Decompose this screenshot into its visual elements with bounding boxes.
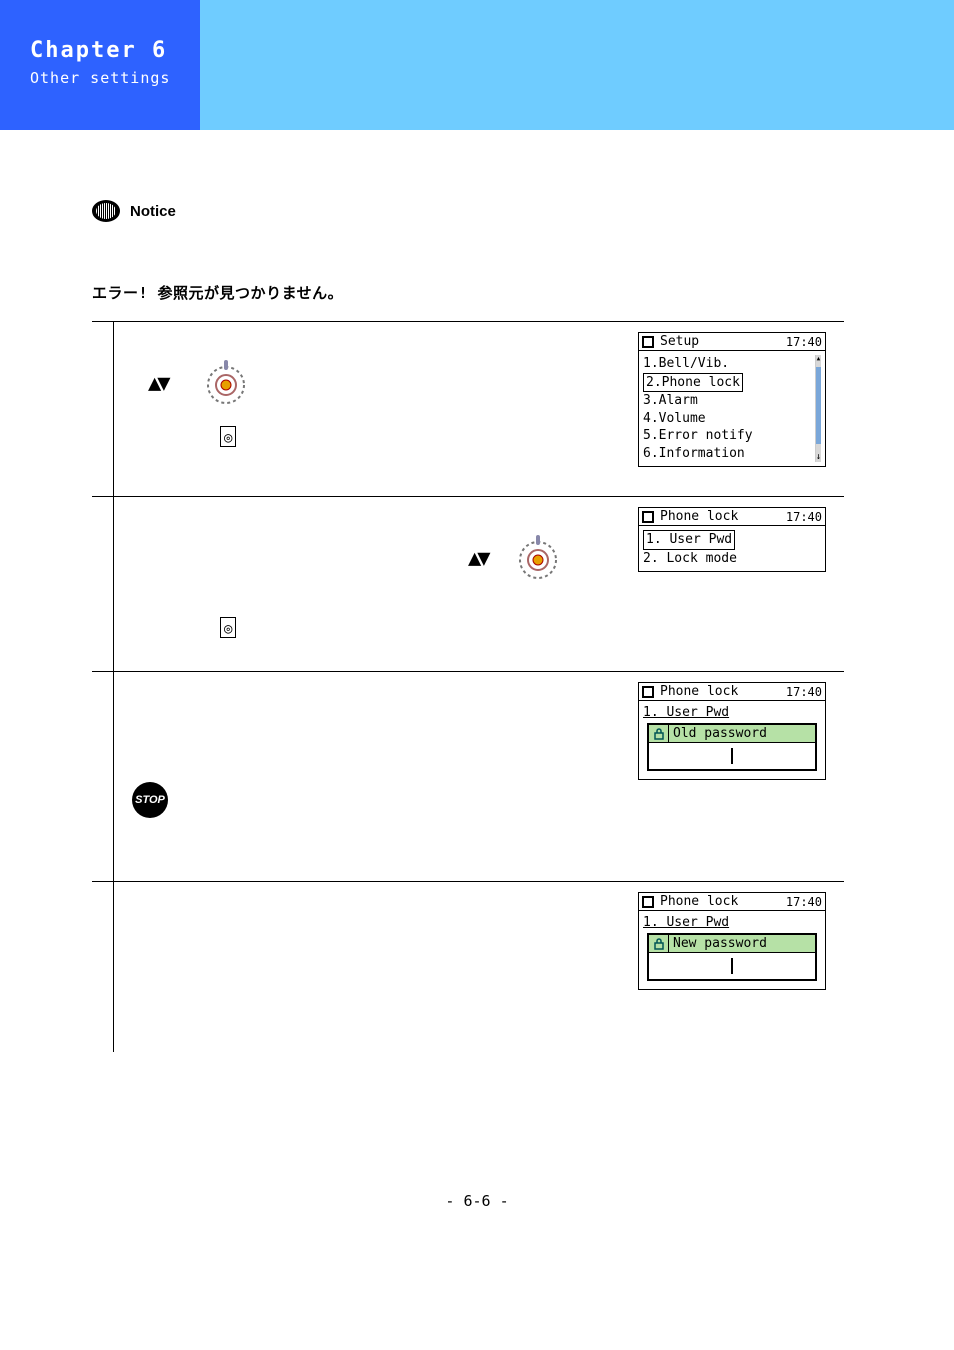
app-icon (642, 336, 654, 348)
step-number-cell (92, 672, 114, 881)
step-row-3: STOP Phone lock 17:40 1. User Pwd (92, 672, 844, 882)
notice-label: Notice (130, 203, 176, 220)
menu-item-selected: 1. User Pwd (643, 530, 735, 550)
step-number-cell (92, 497, 114, 671)
steps-table: ▲▼ ◎ Setup 17:40 (92, 321, 844, 1052)
scrollbar: ▴ ↓ (815, 355, 821, 462)
step-screen: Phone lock 17:40 1. User Pwd New passwor… (634, 882, 844, 1052)
screen-title: Phone lock (658, 509, 782, 524)
screen-phonelock-menu: Phone lock 17:40 1. User Pwd 2. Lock mod… (638, 507, 826, 572)
scroll-down-icon: ↓ (816, 453, 821, 462)
lock-icon (649, 725, 669, 742)
header-right (200, 0, 954, 130)
step-body: ▲▼ ◎ (114, 322, 634, 496)
step-number-cell (92, 882, 114, 1052)
breadcrumb: 1. User Pwd (643, 915, 821, 930)
screen-title: Setup (658, 334, 782, 349)
chapter-subtitle: Other settings (30, 69, 200, 87)
menu-item: 2. Lock mode (643, 550, 821, 568)
joystick-icon (513, 533, 563, 583)
screen-time: 17:40 (786, 685, 822, 699)
screen-phonelock-new: Phone lock 17:40 1. User Pwd New passwor… (638, 892, 826, 990)
page-number: - 6-6 - (70, 1192, 884, 1250)
step-row-2: ▲▼ ◎ Phone lock 17:40 (92, 497, 844, 672)
password-box: New password (647, 933, 817, 981)
screen-title: Phone lock (658, 684, 782, 699)
page-header: Chapter 6 Other settings (0, 0, 954, 130)
password-box: Old password (647, 723, 817, 771)
error-text: エラー! 参照元が見つかりません。 (92, 282, 884, 303)
menu-item-selected: 2.Phone lock (643, 373, 743, 393)
scroll-up-icon: ▴ (816, 355, 821, 364)
lock-icon (649, 935, 669, 952)
joystick-icon (201, 358, 251, 408)
scroll-thumb (816, 367, 821, 444)
step-row-4: Phone lock 17:40 1. User Pwd New passwor… (92, 882, 844, 1052)
screen-time: 17:40 (786, 335, 822, 349)
stop-icon: STOP (132, 782, 168, 818)
password-field[interactable] (649, 743, 815, 769)
updown-icon: ▲▼ (148, 371, 167, 396)
menu-item: 4.Volume (643, 410, 812, 428)
step-screen: Phone lock 17:40 1. User Pwd 2. Lock mod… (634, 497, 844, 671)
confirm-button-icon: ◎ (220, 617, 236, 638)
screen-time: 17:40 (786, 510, 822, 524)
menu-item: 6.Information (643, 445, 812, 463)
step-screen: Phone lock 17:40 1. User Pwd Old passwor… (634, 672, 844, 881)
step-body (114, 882, 634, 1052)
app-icon (642, 896, 654, 908)
chapter-title: Chapter 6 (30, 38, 200, 63)
app-icon (642, 511, 654, 523)
step-body: STOP (114, 672, 634, 881)
menu-item: 3.Alarm (643, 392, 812, 410)
step-body: ▲▼ ◎ (114, 497, 634, 671)
menu-item: 1.Bell/Vib. (643, 355, 812, 373)
confirm-button-icon: ◎ (220, 426, 236, 447)
password-field[interactable] (649, 953, 815, 979)
screen-phonelock-old: Phone lock 17:40 1. User Pwd Old passwor… (638, 682, 826, 780)
screen-setup: Setup 17:40 1.Bell/Vib. 2.Phone lock 3.A… (638, 332, 826, 467)
screen-title: Phone lock (658, 894, 782, 909)
header-left: Chapter 6 Other settings (0, 0, 200, 130)
step-number-cell (92, 322, 114, 496)
app-icon (642, 686, 654, 698)
notice-icon (92, 200, 120, 222)
step-row-1: ▲▼ ◎ Setup 17:40 (92, 322, 844, 497)
text-cursor (731, 958, 733, 974)
breadcrumb: 1. User Pwd (643, 705, 821, 720)
step-screen: Setup 17:40 1.Bell/Vib. 2.Phone lock 3.A… (634, 322, 844, 496)
screen-time: 17:40 (786, 895, 822, 909)
menu-list: 1.Bell/Vib. 2.Phone lock 3.Alarm 4.Volum… (643, 355, 812, 462)
password-label: Old password (669, 725, 815, 742)
password-label: New password (669, 935, 815, 952)
text-cursor (731, 748, 733, 764)
notice-row: Notice (92, 200, 884, 222)
menu-item: 5.Error notify (643, 427, 812, 445)
updown-icon: ▲▼ (468, 546, 487, 571)
